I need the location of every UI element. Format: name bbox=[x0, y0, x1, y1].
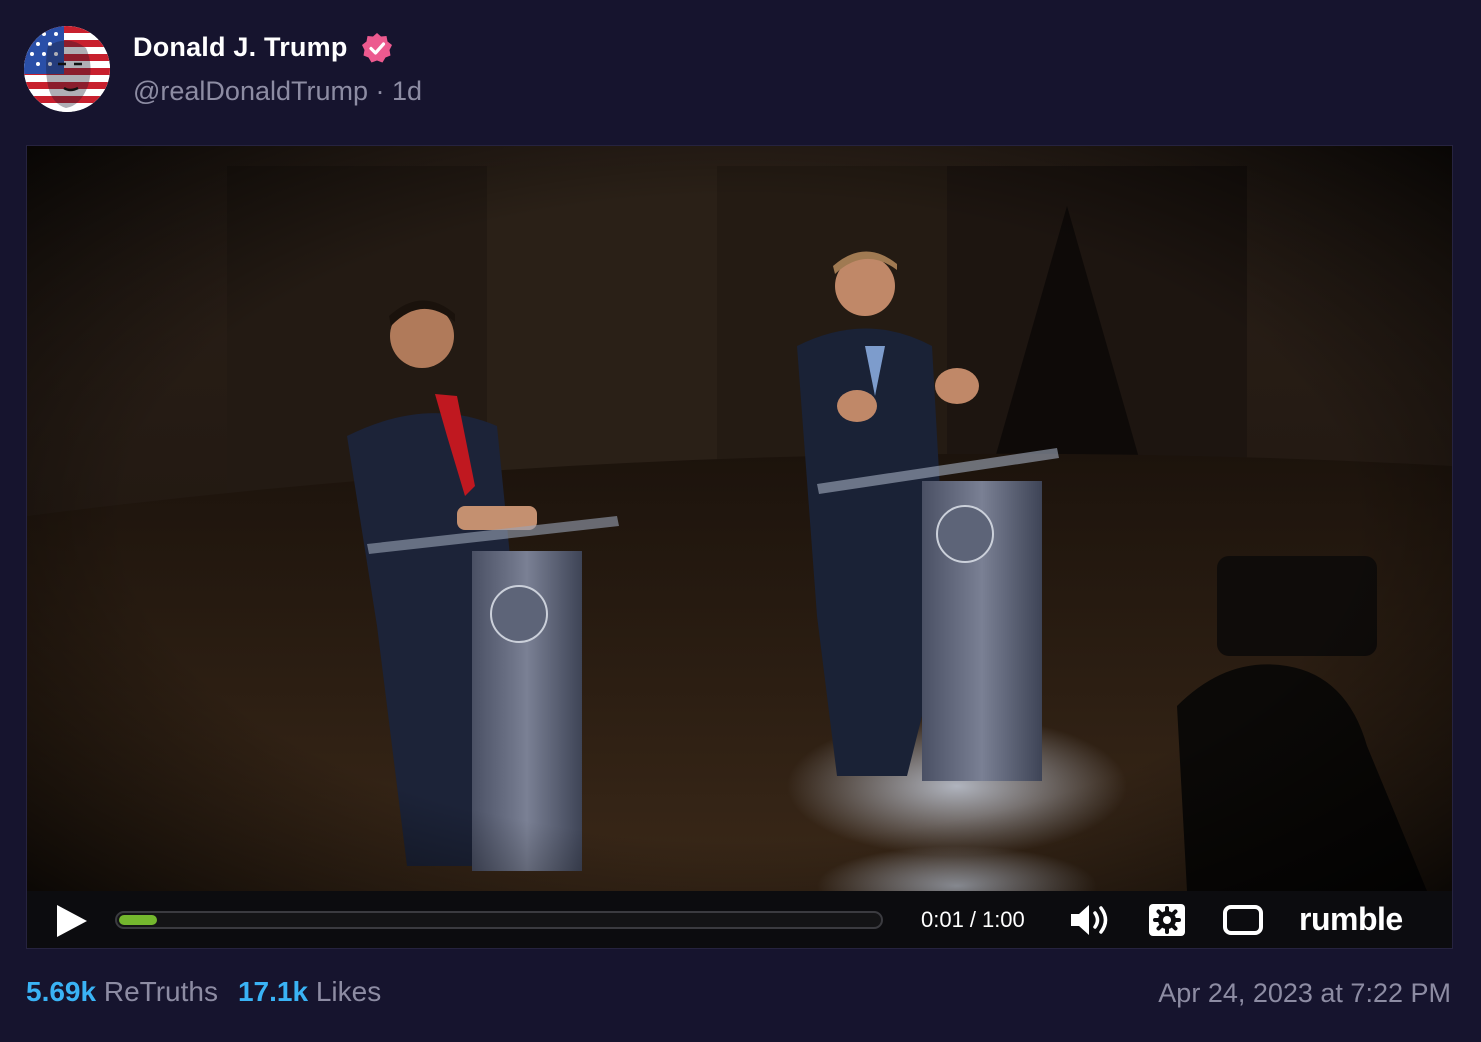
volume-icon[interactable] bbox=[1069, 903, 1113, 937]
post-age[interactable]: 1d bbox=[392, 76, 422, 106]
current-time: 0:01 bbox=[921, 907, 964, 932]
likes-stat[interactable]: 17.1k Likes bbox=[238, 976, 381, 1007]
video-player[interactable]: 0:01/1:00 rumble bbox=[26, 145, 1453, 949]
video-controls-bar: 0:01/1:00 rumble bbox=[27, 891, 1452, 948]
duration: 1:00 bbox=[981, 907, 1025, 932]
gear-icon[interactable] bbox=[1147, 903, 1187, 937]
progress-bar[interactable] bbox=[115, 911, 883, 929]
retruths-stat[interactable]: 5.69k ReTruths bbox=[26, 976, 218, 1007]
time-readout: 0:01/1:00 bbox=[921, 907, 1025, 933]
retruths-count: 5.69k bbox=[26, 976, 97, 1007]
author-display-name[interactable]: Donald J. Trump bbox=[133, 32, 348, 63]
fullscreen-icon[interactable] bbox=[1222, 903, 1264, 937]
verified-badge-icon bbox=[362, 33, 392, 63]
meta-separator: · bbox=[375, 76, 385, 106]
post-timestamp[interactable]: Apr 24, 2023 at 7:22 PM bbox=[1158, 978, 1451, 1009]
likes-count: 17.1k bbox=[237, 976, 309, 1007]
author-handle[interactable]: @realDonaldTrump bbox=[133, 76, 368, 106]
post-header: Donald J. Trump @realDonaldTrump · 1d bbox=[24, 24, 924, 112]
retruths-label: ReTruths bbox=[103, 976, 218, 1007]
debate-stage-image bbox=[27, 146, 1452, 891]
avatar[interactable] bbox=[24, 26, 110, 112]
progress-fill bbox=[119, 915, 157, 925]
post-stats: 5.69k ReTruths 17.1k Likes bbox=[26, 976, 381, 1008]
likes-label: Likes bbox=[315, 976, 382, 1007]
flag-face-avatar-icon bbox=[24, 26, 110, 112]
author-handle-row: @realDonaldTrump · 1d bbox=[133, 76, 422, 107]
time-separator: / bbox=[969, 907, 976, 932]
rumble-logo[interactable]: rumble bbox=[1299, 901, 1403, 938]
play-icon[interactable] bbox=[53, 903, 89, 939]
video-frame[interactable] bbox=[27, 146, 1452, 891]
